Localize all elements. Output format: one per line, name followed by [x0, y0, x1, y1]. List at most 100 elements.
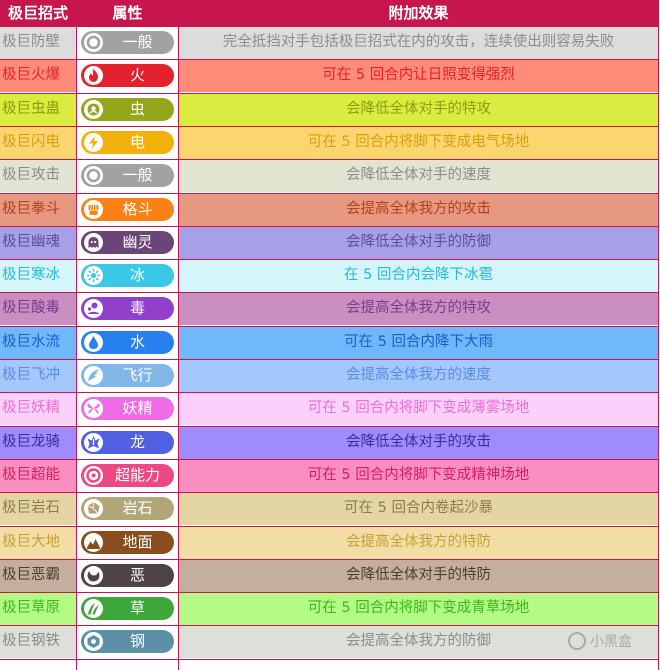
header-effect: 附加效果 [388, 4, 449, 22]
header-type: 属性 [112, 4, 143, 22]
type-badge: 飞行 [81, 364, 174, 387]
type-badge: 火 [81, 64, 174, 88]
move-name: 极巨闪电 [0, 125, 76, 159]
type-badge: 水 [81, 330, 174, 354]
row-divider [0, 526, 658, 527]
row-divider [0, 292, 658, 293]
type-cell: 飞行 [77, 359, 178, 392]
type-cell: 岩石 [77, 492, 178, 526]
effect-text: 会提高全体我方的特攻 [179, 292, 658, 326]
type-label: 冰 [129, 266, 145, 285]
move-name: 极巨妖精 [0, 392, 76, 426]
poison-icon [84, 299, 103, 319]
effect-text: 可在 5 回合内让日照变得强烈 [179, 59, 658, 93]
effect-text: 会降低全体对手的速度 [179, 159, 658, 193]
effect-text: 完全抵挡对手包括极巨招式在内的攻击，连续使出则容易失败 [179, 26, 658, 59]
effect-text: 会提高全体我方的特防 [179, 525, 658, 559]
effect-text: 会提高全体我方的速度 [179, 359, 658, 392]
type-cell: 超能力 [77, 458, 178, 492]
effect-text: 可在 5 回合内卷起沙暴 [179, 492, 658, 526]
row-divider [0, 226, 658, 227]
move-name: 极巨火爆 [0, 59, 76, 93]
type-label: 飞行 [122, 366, 153, 384]
effect-text: 会降低全体对手的特攻 [179, 92, 658, 126]
type-label: 草 [129, 599, 145, 618]
type-badge: 毒 [81, 297, 174, 321]
row-divider [0, 592, 658, 593]
fairy-icon [84, 399, 103, 419]
type-badge: 岩石 [81, 497, 174, 521]
type-label: 水 [129, 332, 145, 351]
table-row: 极巨寒冰 冰 在 5 回合内会降下冰雹 [0, 259, 658, 293]
type-cell: 一般 [77, 26, 178, 59]
normal-icon [84, 166, 103, 186]
move-name: 极巨酸毒 [0, 292, 76, 326]
table-header: 极巨招式 属性 附加效果 [0, 0, 658, 26]
effect-text: 可在 5 回合内将脚下变成电气场地 [179, 125, 658, 159]
table-row: 极巨拳斗 格斗 会提高全体我方的攻击 [0, 192, 658, 226]
type-badge: 格斗 [81, 197, 174, 221]
type-badge: 虫 [81, 97, 174, 121]
row-divider [0, 392, 658, 393]
move-name: 极巨攻击 [0, 159, 76, 193]
column-divider [76, 0, 77, 670]
row-divider [0, 559, 658, 560]
row-divider [0, 326, 658, 327]
type-badge: 冰 [81, 264, 174, 288]
type-badge: 超能力 [81, 463, 174, 487]
type-badge: 恶 [81, 563, 174, 587]
type-label: 火 [129, 66, 145, 85]
type-cell: 幽灵 [77, 225, 178, 259]
type-cell: 妖精 [77, 392, 178, 426]
table-row: 极巨火爆 火 可在 5 回合内让日照变得强烈 [0, 59, 658, 93]
move-name: 极巨钢铁 [0, 625, 76, 659]
type-badge: 妖精 [81, 397, 174, 421]
dragon-icon [84, 432, 103, 452]
effect-text: 可在 5 回合内将脚下变成青草场地 [179, 592, 658, 626]
watermark-text: 小黑盒 [590, 634, 632, 650]
effect-text: 会降低全体对手的防御 [179, 225, 658, 259]
watermark-logo-icon [568, 632, 586, 650]
type-badge: 草 [81, 597, 174, 621]
table-row: 极巨大地 地面 会提高全体我方的特防 [0, 525, 658, 559]
normal-icon [84, 33, 103, 52]
row-divider [0, 426, 658, 427]
effect-text: 可在 5 回合内将脚下变成薄雾场地 [179, 392, 658, 426]
type-cell: 电 [77, 125, 178, 159]
effect-text: 可在 5 回合内将脚下变成精神场地 [179, 458, 658, 492]
type-label: 超能力 [114, 465, 160, 484]
move-name: 极巨拳斗 [0, 192, 76, 226]
type-badge: 幽灵 [81, 230, 174, 254]
row-divider [0, 659, 658, 660]
type-badge: 一般 [81, 164, 174, 188]
type-label: 幽灵 [122, 232, 153, 251]
table-row: 极巨岩石 岩石 可在 5 回合内卷起沙暴 [0, 492, 658, 526]
move-name: 极巨飞冲 [0, 359, 76, 392]
type-badge: 地面 [81, 530, 174, 554]
type-cell: 水 [77, 325, 178, 359]
table-row: 极巨超能 超能力 可在 5 回合内将脚下变成精神场地 [0, 458, 658, 492]
move-name: 极巨寒冰 [0, 259, 76, 293]
type-cell: 一般 [77, 159, 178, 193]
steel-icon [84, 632, 103, 652]
table-row: 极巨虫蛊 虫 会降低全体对手的特攻 [0, 92, 658, 126]
electric-icon [84, 132, 103, 152]
dark-icon [84, 565, 103, 585]
ghost-icon [84, 232, 103, 252]
type-label: 地面 [122, 532, 153, 551]
type-cell: 冰 [77, 259, 178, 293]
move-name: 极巨岩石 [0, 492, 76, 526]
fire-icon [84, 66, 103, 86]
water-icon [84, 332, 103, 352]
row-divider [0, 93, 658, 94]
effect-text: 可在 5 回合内降下大雨 [179, 325, 658, 359]
rock-icon [84, 499, 103, 519]
move-name: 极巨水流 [0, 325, 76, 359]
table-row: 极巨草原 草 可在 5 回合内将脚下变成青草场地 [0, 592, 658, 626]
type-label: 岩石 [122, 499, 153, 518]
ice-icon [84, 266, 103, 286]
type-cell: 毒 [77, 292, 178, 326]
type-label: 一般 [122, 166, 153, 185]
move-name: 极巨恶霸 [0, 558, 76, 592]
table-row: 极巨防壁 一般 完全抵挡对手包括极巨招式在内的攻击，连续使出则容易失败 [0, 26, 658, 59]
